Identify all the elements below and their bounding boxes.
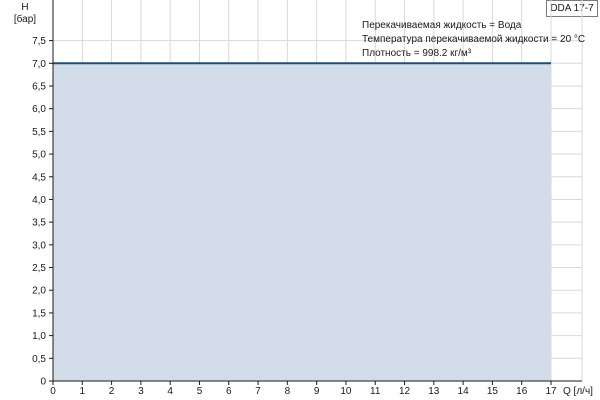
x-tick-label: 17 (545, 386, 557, 397)
y-tick-label: 5,0 (32, 150, 46, 161)
y-axis-label-line2: [бар] (14, 13, 36, 25)
x-tick-label: 8 (285, 386, 291, 397)
x-tick-label: 2 (109, 386, 115, 397)
x-tick-label: 14 (458, 386, 470, 397)
y-tick-label: 2,5 (32, 263, 46, 274)
y-tick-label: 4,0 (32, 195, 46, 206)
chart: 0 1 2 3 4 5 6 7 8 9 10 11 12 13 14 15 16 17 00,51,01,52,0… (14, 0, 593, 397)
y-ticks: 0 0,5 1,0 1,5 2,0 2,5 3,0 3,5 4,0 4,5 5,0 5,5 6,0 6,5… (32, 36, 53, 388)
x-tick-label: 11 (370, 386, 381, 397)
x-tick-label: 7 (255, 386, 261, 397)
y-tick-label: 6,0 (32, 104, 46, 115)
x-tick-label: 9 (314, 386, 320, 397)
y-tick-label: 1,5 (32, 308, 46, 319)
y-tick-label: 5,5 (32, 127, 46, 138)
y-tick-label: 3,0 (32, 240, 46, 251)
operating-area-fill (53, 63, 551, 382)
x-tick-label: 5 (197, 386, 203, 397)
x-tick-label: 0 (50, 386, 56, 397)
y-tick-label: 7,5 (32, 36, 46, 47)
y-tick-label: 4,5 (32, 172, 46, 183)
x-tick-label: 15 (487, 386, 499, 397)
x-ticks: 0 1 2 3 4 5 6 7 8 9 10 11 12 13 14 15 16 17 (50, 381, 557, 397)
y-tick-label: 3,5 (32, 218, 46, 229)
y-tick-label: 0,5 (32, 354, 46, 365)
x-tick-label: 13 (428, 386, 440, 397)
note-temperature: Температура перекачиваемой жидкости = 20… (362, 34, 585, 45)
y-axis-label-line1: H (21, 2, 28, 13)
x-tick-label: 16 (516, 386, 528, 397)
x-tick-label: 3 (138, 386, 144, 397)
note-density: Плотность = 998.2 кг/м³ (362, 48, 472, 59)
x-axis-label: Q [л/ч] (563, 386, 593, 397)
y-tick-label: 2,0 (32, 286, 46, 297)
y-tick-label: 7,0 (32, 59, 46, 70)
x-tick-label: 12 (399, 386, 411, 397)
y-tick-label: 6,5 (32, 81, 46, 92)
x-tick-label: 6 (226, 386, 232, 397)
y-tick-label: 1,0 (32, 331, 46, 342)
x-tick-label: 1 (80, 386, 86, 397)
y-tick-label: 0 (40, 377, 46, 388)
note-fluid: Перекачиваемая жидкость = Вода (362, 20, 522, 31)
x-tick-label: 10 (340, 386, 352, 397)
operating-area (53, 62, 551, 382)
x-tick-label: 4 (167, 386, 173, 397)
